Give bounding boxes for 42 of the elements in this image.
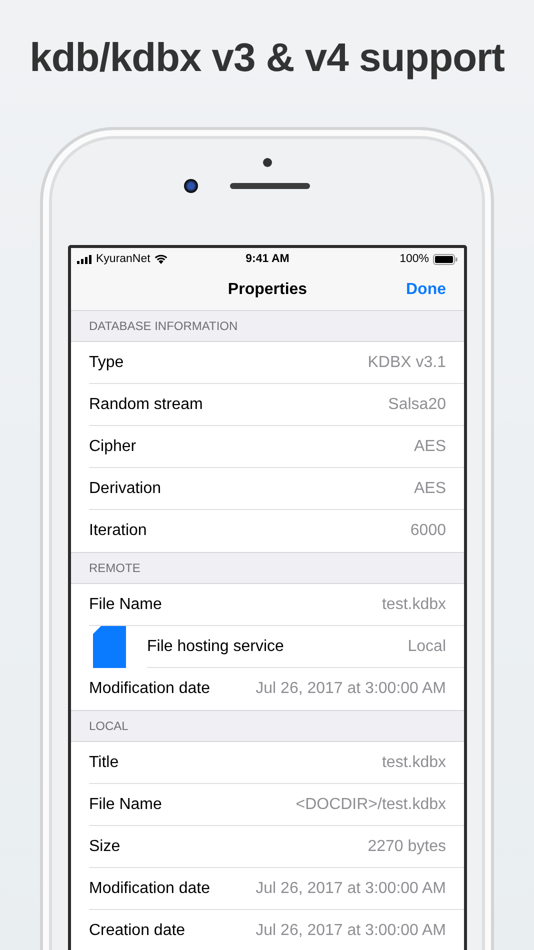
property-label: Modification date bbox=[89, 680, 210, 698]
property-label: File Name bbox=[89, 596, 162, 614]
sensor-icon bbox=[262, 158, 272, 167]
property-label: Iteration bbox=[89, 522, 147, 540]
property-label: Type bbox=[89, 354, 124, 372]
property-value: 6000 bbox=[410, 522, 446, 540]
wifi-icon bbox=[154, 254, 168, 264]
carrier-name: KyuranNet bbox=[96, 253, 150, 265]
property-value: AES bbox=[414, 480, 446, 498]
property-value: Local bbox=[408, 638, 446, 656]
property-value: Jul 26, 2017 at 3:00:00 AM bbox=[256, 880, 446, 898]
property-label: Size bbox=[89, 838, 120, 856]
property-label: Title bbox=[89, 754, 119, 772]
property-label: Cipher bbox=[89, 438, 136, 456]
camera-icon bbox=[184, 179, 198, 193]
property-label: Creation date bbox=[89, 922, 186, 940]
property-value: test.kdbx bbox=[382, 754, 446, 772]
document-icon bbox=[93, 626, 127, 668]
clock-time: 9:41 AM bbox=[246, 253, 290, 265]
property-value: <DOCDIR>/test.kdbx bbox=[296, 796, 446, 814]
property-label: Derivation bbox=[89, 480, 162, 498]
section-header: REMOTE bbox=[89, 561, 140, 575]
nav-title: Properties bbox=[228, 281, 308, 299]
battery-percent: 100% bbox=[400, 253, 429, 265]
battery-icon bbox=[433, 254, 458, 264]
property-label: Modification date bbox=[89, 880, 210, 898]
property-value: test.kdbx bbox=[382, 596, 446, 614]
property-label: File Name bbox=[89, 796, 162, 814]
property-value: 2270 bytes bbox=[368, 838, 446, 856]
property-value: Jul 26, 2017 at 3:00:00 AM bbox=[256, 922, 446, 940]
property-value: Salsa20 bbox=[388, 396, 446, 414]
headline: kdb/kdbx v3 & v4 support bbox=[28, 35, 506, 82]
section-header: LOCAL bbox=[89, 719, 128, 733]
speaker-icon bbox=[230, 183, 310, 189]
signal-icon bbox=[77, 254, 92, 264]
property-value: KDBX v3.1 bbox=[368, 354, 446, 372]
section-header: DATABASE INFORMATION bbox=[89, 319, 238, 333]
property-value: AES bbox=[414, 438, 446, 456]
property-label: Random stream bbox=[89, 396, 203, 414]
property-label: File hosting service bbox=[147, 638, 284, 656]
property-value: Jul 26, 2017 at 3:00:00 AM bbox=[256, 680, 446, 698]
done-button[interactable]: Done bbox=[406, 281, 446, 299]
